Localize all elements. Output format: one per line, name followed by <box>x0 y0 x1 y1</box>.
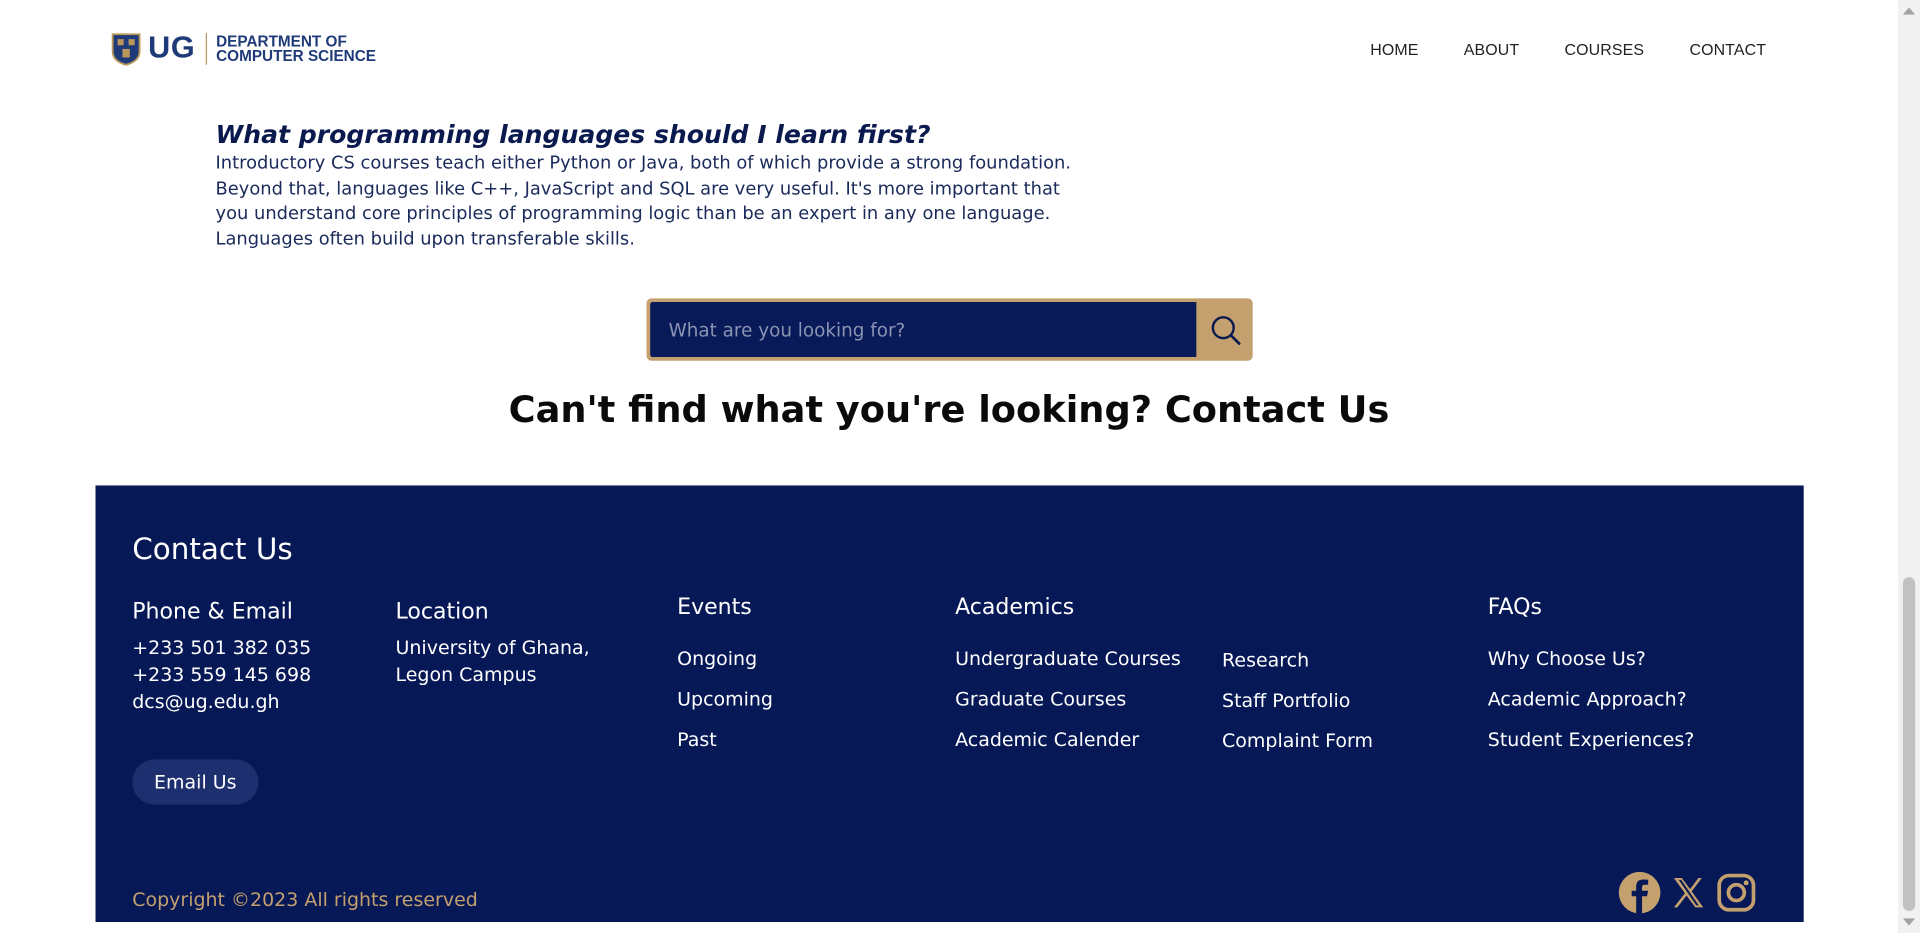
phone-1: +233 501 382 035 <box>132 637 312 660</box>
search-button[interactable] <box>1199 298 1253 360</box>
location-line-1: University of Ghana, <box>395 637 590 660</box>
location-heading: Location <box>395 599 489 625</box>
crest-icon <box>111 32 141 66</box>
footer-location: Location University of Ghana, Legon Camp… <box>396 599 590 688</box>
footer-faqs: FAQs Why Choose Us? Academic Approach? S… <box>1488 594 1695 768</box>
events-heading: Events <box>677 594 752 620</box>
copyright-text: Copyright ©2023 All rights reserved <box>132 888 478 911</box>
nav-courses[interactable]: COURSES <box>1565 40 1645 58</box>
academics-link-undergraduate[interactable]: Undergraduate Courses <box>955 647 1181 673</box>
footer-events: Events Ongoing Upcoming Past <box>677 594 773 768</box>
email-us-button[interactable]: Email Us <box>132 759 259 805</box>
logo-ug-text: UG <box>148 30 196 65</box>
footer-phone-email: Phone & Email +233 501 382 035 +233 559 … <box>132 599 311 715</box>
faqs-heading: FAQs <box>1487 594 1542 620</box>
search-icon <box>1211 315 1241 345</box>
x-icon[interactable] <box>1669 873 1708 917</box>
site-header: UG DEPARTMENT OF COMPUTER SCIENCE HOME A… <box>0 0 1898 98</box>
scroll-down-arrow[interactable] <box>1902 918 1916 926</box>
faqs-link-why-choose[interactable]: Why Choose Us? <box>1488 647 1695 673</box>
instagram-icon[interactable] <box>1716 872 1758 918</box>
faq-item: What programming languages should I lear… <box>216 117 1098 252</box>
academics-link-research[interactable]: Research <box>1222 648 1373 674</box>
social-links <box>1618 871 1765 920</box>
nav-contact[interactable]: CONTACT <box>1689 40 1766 58</box>
academics-link-staff-portfolio[interactable]: Staff Portfolio <box>1222 688 1373 714</box>
logo-dept-line1: DEPARTMENT OF <box>216 32 347 50</box>
site-footer: Contact Us Phone & Email +233 501 382 03… <box>95 485 1804 922</box>
site-logo[interactable]: UG DEPARTMENT OF COMPUTER SCIENCE <box>110 31 376 66</box>
events-link-upcoming[interactable]: Upcoming <box>677 687 773 713</box>
phone-2: +233 559 145 698 <box>132 663 312 686</box>
logo-divider <box>205 32 207 65</box>
academics-heading: Academics <box>955 594 1075 620</box>
phone-email-heading: Phone & Email <box>132 599 293 625</box>
scroll-thumb[interactable] <box>1902 577 1916 911</box>
search-bar <box>646 298 1253 361</box>
footer-academics-2: Research Staff Portfolio Complaint Form <box>1222 594 1373 769</box>
events-link-ongoing[interactable]: Ongoing <box>677 647 773 673</box>
contact-cta-heading: Can't find what you're looking? Contact … <box>508 388 1390 432</box>
logo-dept-text: DEPARTMENT OF COMPUTER SCIENCE <box>216 32 377 65</box>
footer-title: Contact Us <box>132 531 293 567</box>
nav-about[interactable]: ABOUT <box>1464 40 1519 58</box>
faq-answer: Introductory CS courses teach either Pyt… <box>215 152 1072 249</box>
nav-home[interactable]: HOME <box>1370 40 1418 58</box>
faq-question: What programming languages should I lear… <box>215 119 931 150</box>
footer-academics: Academics Undergraduate Courses Graduate… <box>955 594 1181 768</box>
academics-link-graduate[interactable]: Graduate Courses <box>955 687 1181 713</box>
academics-link-complaint-form[interactable]: Complaint Form <box>1222 729 1373 755</box>
scroll-up-arrow[interactable] <box>1902 7 1916 15</box>
location-line-2: Legon Campus <box>395 663 537 686</box>
page: UG DEPARTMENT OF COMPUTER SCIENCE HOME A… <box>0 0 1920 933</box>
events-link-past[interactable]: Past <box>677 728 773 754</box>
logo-dept-line2: COMPUTER SCIENCE <box>216 47 377 65</box>
email-address: dcs@ug.edu.gh <box>132 690 280 713</box>
faqs-link-student-experiences[interactable]: Student Experiences? <box>1488 728 1695 754</box>
search-input[interactable] <box>650 302 1197 358</box>
page-scrollbar[interactable] <box>1897 0 1920 933</box>
faqs-link-academic-approach[interactable]: Academic Approach? <box>1488 687 1695 713</box>
academics-link-calendar[interactable]: Academic Calender <box>955 728 1181 754</box>
main-nav: HOME ABOUT COURSES CONTACT <box>1370 40 1811 58</box>
facebook-icon[interactable] <box>1618 871 1662 920</box>
